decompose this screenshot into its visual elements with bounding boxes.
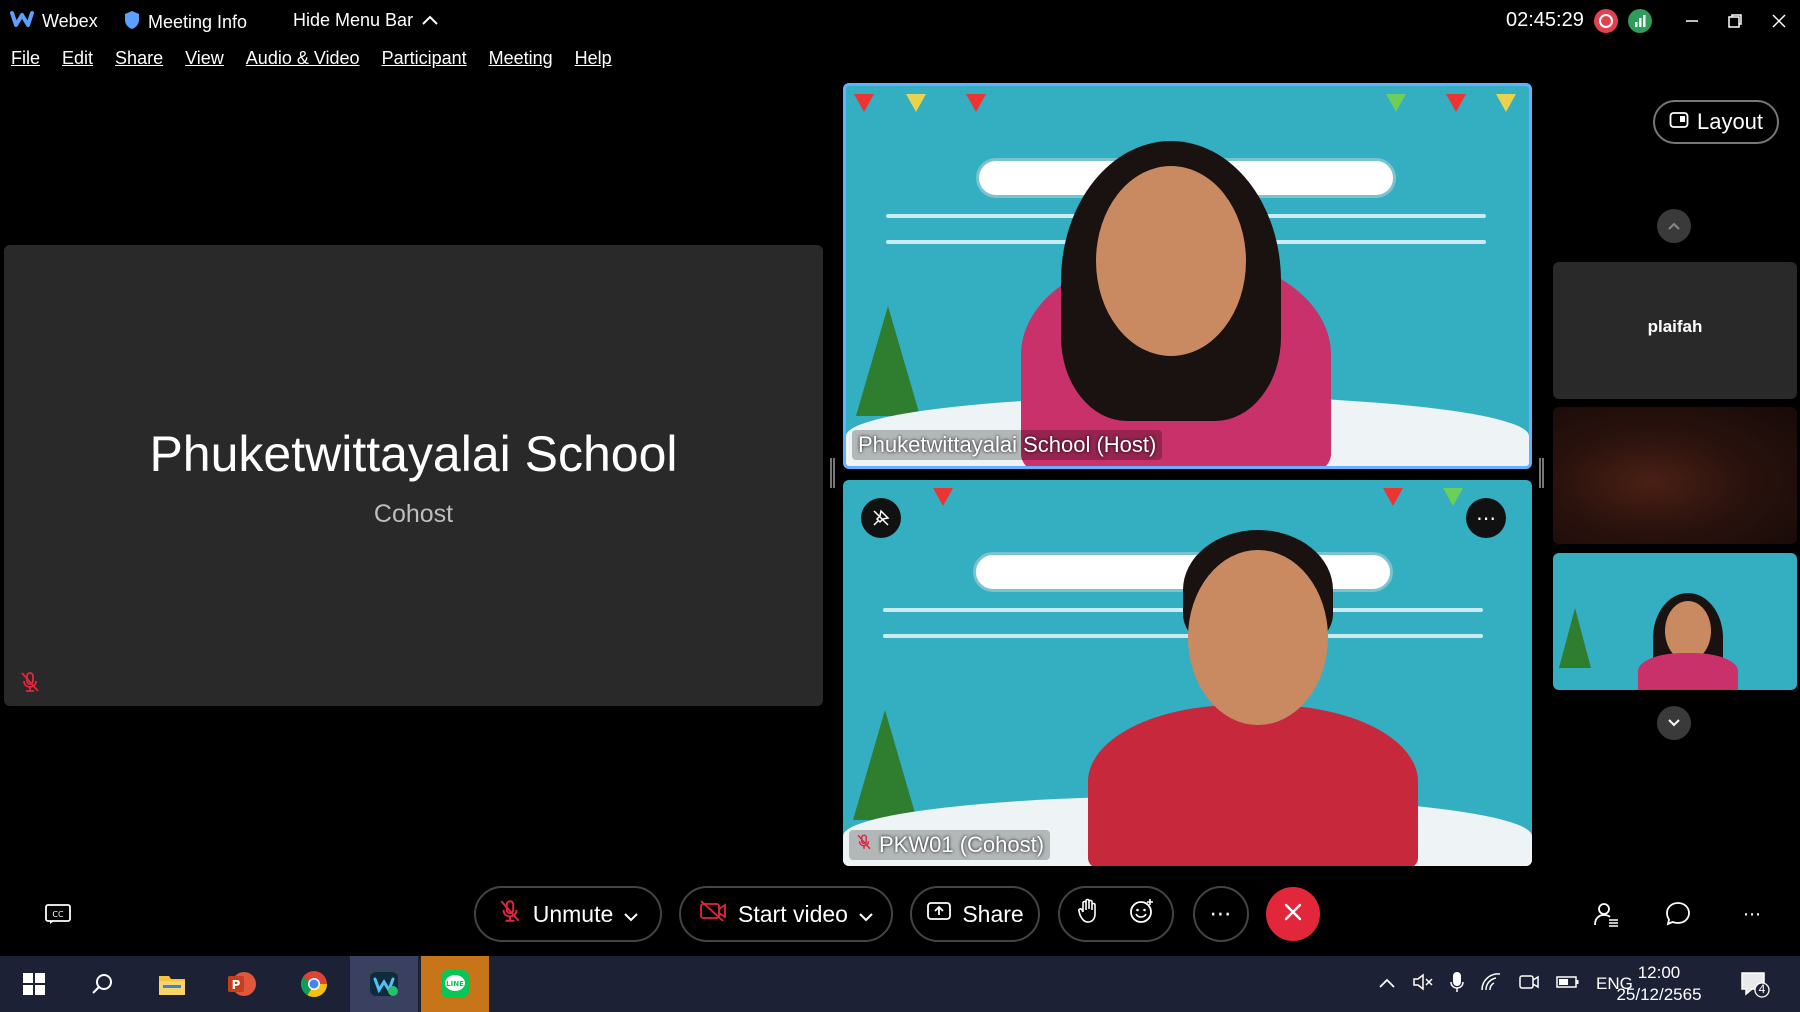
reactions-group xyxy=(1058,886,1174,942)
emoji-reaction-icon[interactable] xyxy=(1129,898,1155,930)
muted-mic-icon xyxy=(497,897,523,931)
app-brand[interactable]: Webex xyxy=(10,10,98,33)
svg-text:CC: CC xyxy=(52,910,64,919)
network-stats-icon[interactable] xyxy=(1628,9,1652,33)
scroll-up-button[interactable] xyxy=(1657,209,1691,243)
menu-item-participant[interactable]: Participant xyxy=(382,48,467,78)
menu-item-edit[interactable]: Edit xyxy=(62,48,93,78)
title-bar: Webex Meeting Info Hide Menu Bar 02:45:2… xyxy=(0,0,1800,42)
muted-mic-icon xyxy=(18,670,42,694)
share-button[interactable]: Share xyxy=(910,886,1040,942)
share-icon xyxy=(926,900,952,928)
minimize-window-button[interactable] xyxy=(1677,6,1707,36)
raise-hand-icon[interactable] xyxy=(1077,898,1099,930)
video-tile-host[interactable]: Phuketwittayalai School (Host) xyxy=(843,83,1532,469)
svg-text:P: P xyxy=(232,978,241,992)
taskbar-date: 25/12/2565 xyxy=(1616,985,1702,1004)
search-icon[interactable] xyxy=(68,956,136,1012)
main-participant-tile[interactable]: Phuketwittayalai School Cohost xyxy=(4,245,823,706)
video-label: PKW01 (Cohost) xyxy=(849,830,1051,860)
menu-bar: File Edit Share View Audio & Video Participan… xyxy=(0,48,623,78)
video-tile-cohost[interactable]: ⋯ PKW01 (Cohost) xyxy=(843,480,1532,866)
scroll-down-button[interactable] xyxy=(1657,706,1691,740)
taskbar-clock[interactable]: 12:00 25/12/2565 xyxy=(1614,962,1704,1006)
muted-mic-icon xyxy=(855,832,873,858)
video-label: Phuketwittayalai School (Host) xyxy=(852,430,1163,460)
tray-overflow-chevron-icon[interactable] xyxy=(1378,974,1396,994)
more-panel-options-icon[interactable]: ⋯ xyxy=(1734,896,1770,932)
thumbnail-video-dark[interactable] xyxy=(1553,407,1797,544)
meeting-info-button[interactable]: Meeting Info xyxy=(124,10,247,35)
speaker-muted-icon[interactable] xyxy=(1412,972,1434,997)
webex-meeting-window: Webex Meeting Info Hide Menu Bar 02:45:2… xyxy=(0,0,1800,956)
microphone-icon[interactable] xyxy=(1450,971,1464,998)
chrome-icon[interactable] xyxy=(280,956,348,1012)
recording-indicator-icon[interactable] xyxy=(1594,9,1618,33)
notification-center-icon[interactable]: 4 xyxy=(1740,970,1770,998)
app-name: Webex xyxy=(42,11,98,31)
chat-icon[interactable] xyxy=(1660,896,1696,932)
participant-name: Phuketwittayalai School xyxy=(149,426,678,482)
share-label: Share xyxy=(962,900,1024,927)
unmute-button[interactable]: Unmute xyxy=(474,886,662,942)
split-handle-right[interactable] xyxy=(1539,458,1544,488)
webex-logo-icon xyxy=(10,10,34,33)
split-handle-left[interactable] xyxy=(830,458,835,488)
system-tray: ENG xyxy=(1378,956,1633,1012)
thumbnail-video-slide[interactable] xyxy=(1553,553,1797,690)
meeting-info-label: Meeting Info xyxy=(148,12,248,32)
chevron-up-icon xyxy=(421,10,439,31)
closed-captions-icon[interactable]: CC xyxy=(40,896,76,932)
menu-item-share[interactable]: Share xyxy=(115,48,163,78)
powerpoint-icon[interactable]: P xyxy=(208,956,276,1012)
layout-label: Layout xyxy=(1696,109,1764,134)
layout-icon xyxy=(1669,109,1689,135)
meet-now-icon[interactable] xyxy=(1518,972,1540,997)
unmute-label: Unmute xyxy=(532,900,614,927)
layout-button[interactable]: Layout xyxy=(1653,100,1779,144)
menu-item-help[interactable]: Help xyxy=(575,48,612,78)
taskbar-time: 12:00 xyxy=(1637,963,1681,982)
windows-start-icon[interactable] xyxy=(0,956,68,1012)
meeting-clock: 02:45:29 xyxy=(1506,9,1584,31)
close-window-button[interactable] xyxy=(1764,6,1794,36)
chevron-down-icon[interactable] xyxy=(623,901,639,928)
hide-menu-bar-label: Hide Menu Bar xyxy=(293,10,414,30)
restore-window-button[interactable] xyxy=(1720,6,1750,36)
thumbnail-plaifah[interactable]: plaifah xyxy=(1553,262,1797,399)
participants-icon[interactable] xyxy=(1588,896,1624,932)
more-dots-icon: ⋯ xyxy=(1209,901,1233,926)
leave-meeting-button[interactable] xyxy=(1266,887,1320,941)
shield-icon xyxy=(124,10,140,35)
more-options-button[interactable]: ⋯ xyxy=(1193,886,1249,942)
menu-item-file[interactable]: File xyxy=(11,48,40,78)
chevron-down-icon[interactable] xyxy=(858,901,874,928)
video-off-icon xyxy=(698,899,728,929)
menu-item-audio-video[interactable]: Audio & Video xyxy=(246,48,360,78)
close-icon xyxy=(1283,902,1303,927)
unpin-icon[interactable] xyxy=(861,498,901,538)
menu-item-view[interactable]: View xyxy=(185,48,224,78)
notification-count: 4 xyxy=(1758,982,1766,996)
hide-menu-bar-button[interactable]: Hide Menu Bar xyxy=(293,10,439,31)
wifi-icon[interactable] xyxy=(1480,972,1502,997)
more-options-icon[interactable]: ⋯ xyxy=(1466,498,1506,538)
participant-role: Cohost xyxy=(373,500,454,528)
menu-item-meeting[interactable]: Meeting xyxy=(489,48,553,78)
file-explorer-icon[interactable] xyxy=(138,956,206,1012)
start-video-button[interactable]: Start video xyxy=(679,886,893,942)
windows-taskbar: P LINE ENG 12:00 25/12/2565 4 xyxy=(0,956,1800,1012)
start-video-label: Start video xyxy=(738,900,848,927)
svg-text:LINE: LINE xyxy=(446,980,464,988)
webex-taskbar-icon[interactable] xyxy=(350,956,418,1012)
line-app-icon[interactable]: LINE xyxy=(421,956,489,1012)
thumbnail-name: plaifah xyxy=(1647,317,1703,336)
battery-icon[interactable] xyxy=(1556,974,1580,994)
